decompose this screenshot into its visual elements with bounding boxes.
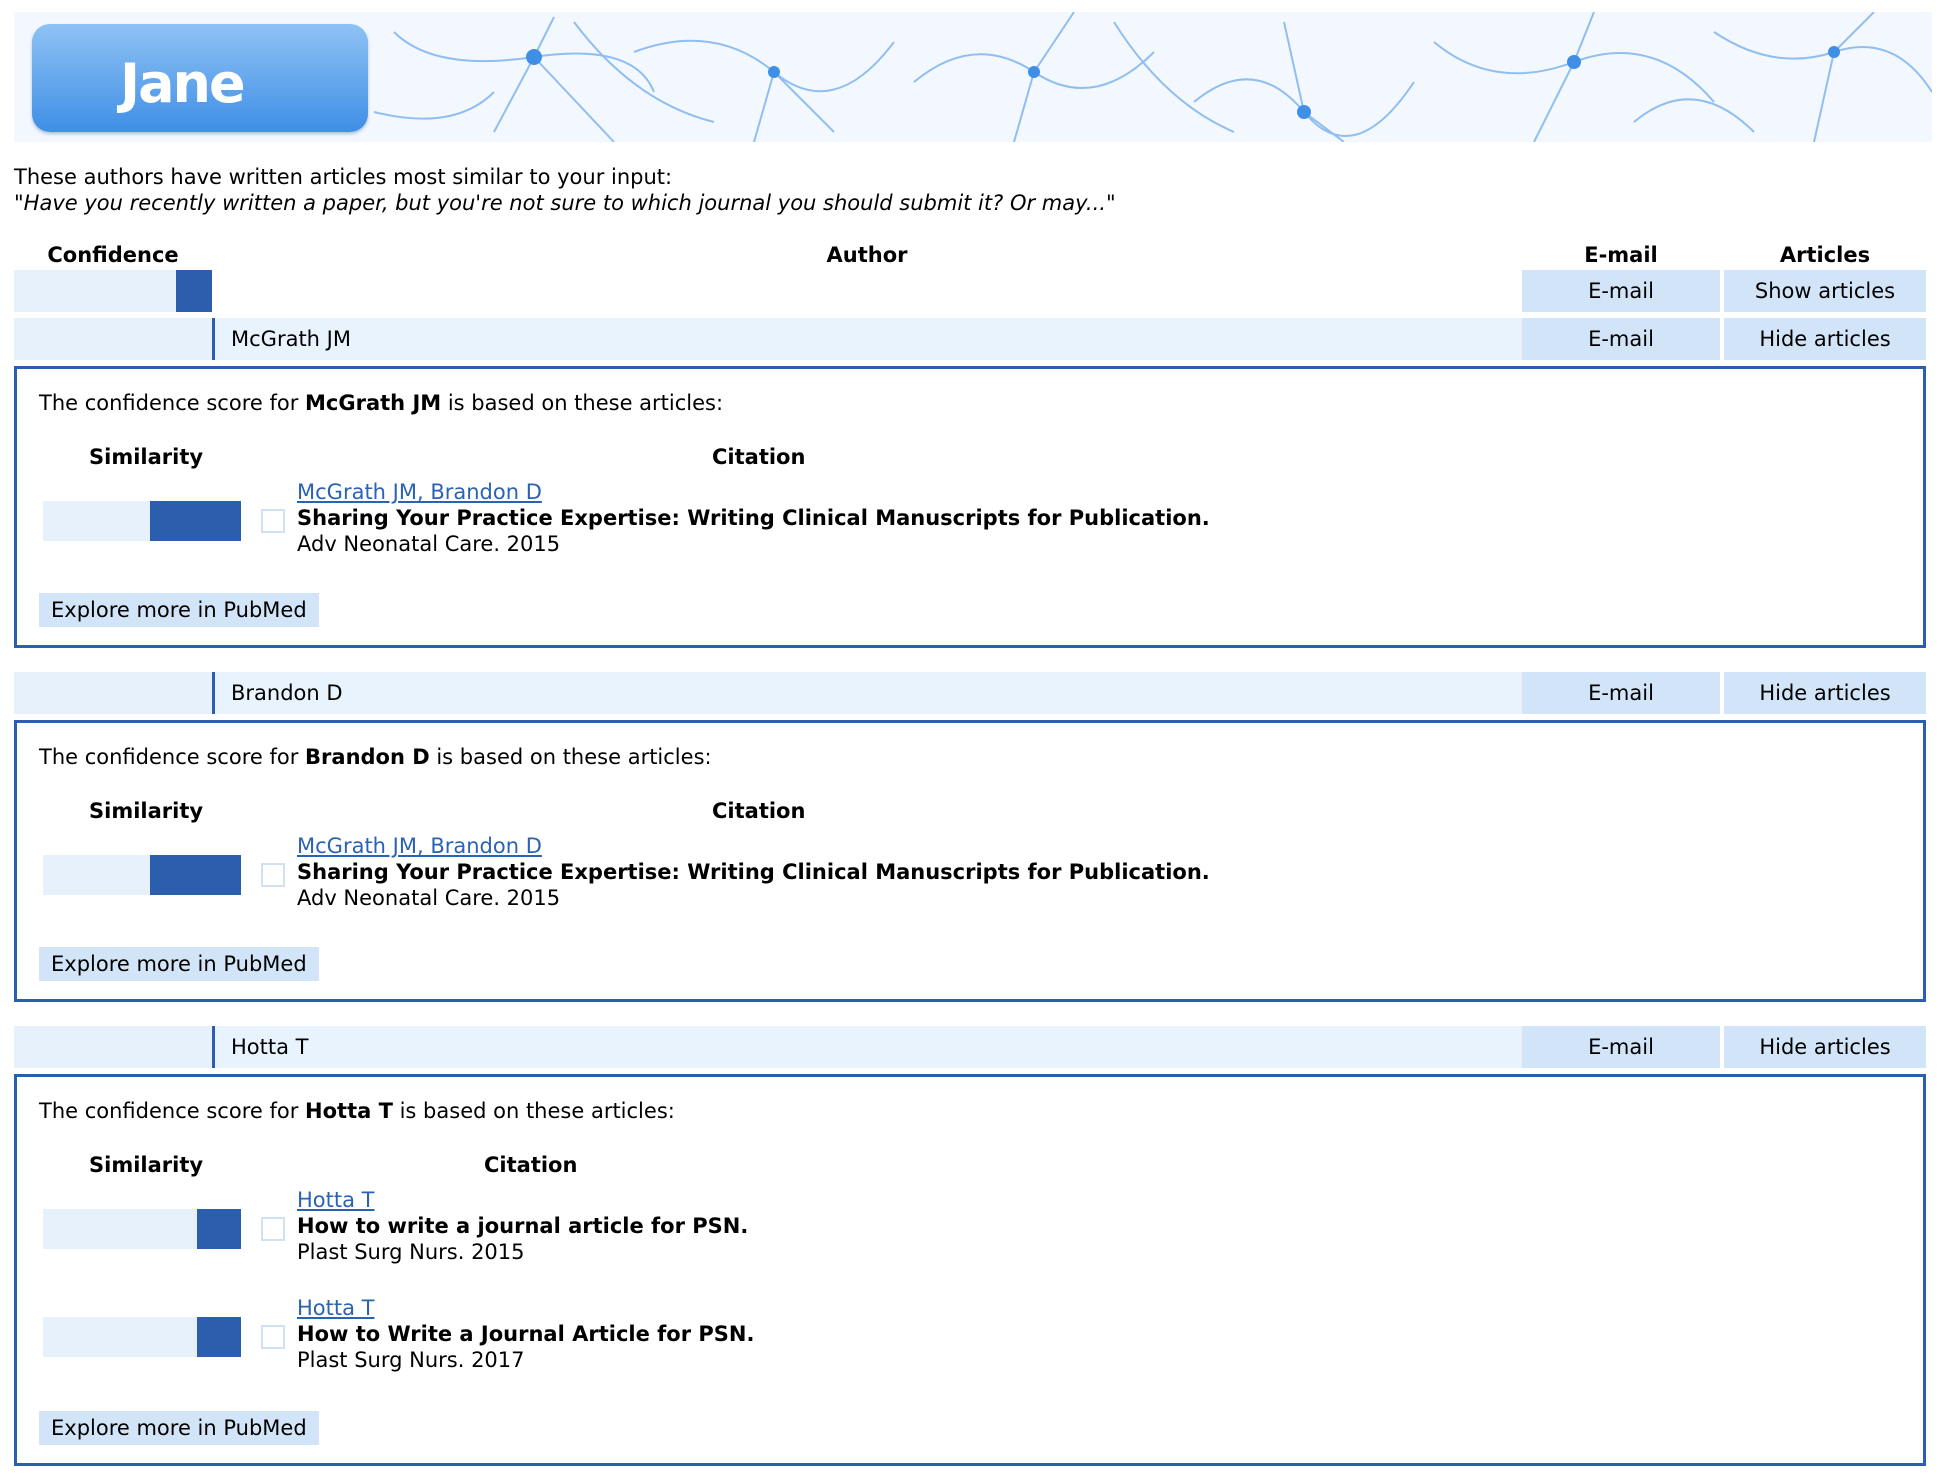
articles-panel: The confidence score for McGrath JM is b… [14,366,1926,648]
citation-authors-link[interactable]: McGrath JM, Brandon D [297,480,542,504]
logo-text: Jane [120,52,246,115]
author-row: E-mail Show articles [14,270,1932,312]
article-item: McGrath JM, Brandon D Sharing Your Pract… [17,479,1917,569]
intro-line: These authors have written articles most… [14,165,673,189]
panel-title: The confidence score for Brandon D is ba… [39,745,712,769]
article-checkbox[interactable] [261,1325,285,1349]
citation: Hotta T How to write a journal article f… [297,1187,748,1265]
input-quote: "Have you recently written a paper, but … [14,191,1116,215]
similarity-bar-fill [197,1209,241,1249]
citation-title: Sharing Your Practice Expertise: Writing… [297,860,1210,884]
similarity-bar-fill [149,501,241,541]
author-name: Brandon D [231,681,343,705]
author-cell: Hotta T [212,1026,1532,1068]
citation-title: Sharing Your Practice Expertise: Writing… [297,506,1210,530]
citation-title: How to write a journal article for PSN. [297,1214,749,1238]
author-name: Hotta T [231,1035,309,1059]
panel-author-name: Brandon D [305,745,430,769]
email-button[interactable]: E-mail [1522,1026,1720,1068]
similarity-header: Similarity [89,445,204,469]
panel-title: The confidence score for McGrath JM is b… [39,391,723,415]
email-button[interactable]: E-mail [1522,318,1720,360]
author-row: McGrath JM E-mail Hide articles [14,318,1932,360]
articles-panel: The confidence score for Brandon D is ba… [14,720,1926,1002]
citation-journal: Adv Neonatal Care. 2015 [297,886,561,910]
hide-articles-button[interactable]: Hide articles [1724,318,1926,360]
citation-journal: Plast Surg Nurs. 2017 [297,1348,525,1372]
panel-title-suffix: is based on these articles: [441,391,724,415]
similarity-bar [43,1209,241,1249]
email-button[interactable]: E-mail [1522,270,1720,312]
panel-title-prefix: The confidence score for [39,745,306,769]
citation-authors-link[interactable]: Hotta T [297,1188,374,1212]
panel-author-name: Hotta T [305,1099,393,1123]
header-author: Author [826,243,908,267]
citation-title: How to Write a Journal Article for PSN. [297,1322,755,1346]
panel-title-prefix: The confidence score for [39,391,306,415]
similarity-header: Similarity [89,1153,204,1177]
article-checkbox[interactable] [261,509,285,533]
citation-journal: Adv Neonatal Care. 2015 [297,532,561,556]
article-item: McGrath JM, Brandon D Sharing Your Pract… [17,833,1917,923]
similarity-bar-fill [197,1317,241,1357]
explore-pubmed-button[interactable]: Explore more in PubMed [39,593,319,627]
panel-title-prefix: The confidence score for [39,1099,306,1123]
article-checkbox[interactable] [261,1217,285,1241]
citation: Hotta T How to Write a Journal Article f… [297,1295,754,1373]
confidence-bar-fill [176,270,212,312]
citation-header: Citation [484,1153,578,1177]
citation-header: Citation [712,445,806,469]
author-row: Brandon D E-mail Hide articles [14,672,1932,714]
citation-journal: Plast Surg Nurs. 2015 [297,1240,525,1264]
header-confidence: Confidence [47,243,179,267]
author-name: McGrath JM [231,327,351,351]
author-cell: McGrath JM [212,318,1532,360]
panel-title-suffix: is based on these articles: [429,745,712,769]
panel-author-name: McGrath JM [305,391,442,415]
article-checkbox[interactable] [261,863,285,887]
citation: McGrath JM, Brandon D Sharing Your Pract… [297,479,1210,557]
similarity-bar [43,501,241,541]
show-articles-button[interactable]: Show articles [1724,270,1926,312]
citation: McGrath JM, Brandon D Sharing Your Pract… [297,833,1210,911]
header-articles: Articles [1779,243,1871,267]
explore-pubmed-button[interactable]: Explore more in PubMed [39,1411,319,1445]
confidence-bar [14,318,212,360]
confidence-bar [14,270,212,312]
article-item: Hotta T How to write a journal article f… [17,1187,1917,1277]
intro-text: These authors have written articles most… [14,164,1116,216]
panel-title-suffix: is based on these articles: [392,1099,675,1123]
citation-header: Citation [712,799,806,823]
jane-logo[interactable]: Jane [32,24,368,132]
articles-panel: The confidence score for Hotta T is base… [14,1074,1926,1466]
author-cell: Brandon D [212,672,1532,714]
banner: Jane [14,12,1932,142]
confidence-bar [14,1026,212,1068]
author-row: Hotta T E-mail Hide articles [14,1026,1932,1068]
explore-pubmed-button[interactable]: Explore more in PubMed [39,947,319,981]
similarity-bar-fill [149,855,241,895]
similarity-bar [43,1317,241,1357]
panel-title: The confidence score for Hotta T is base… [39,1099,675,1123]
citation-authors-link[interactable]: Hotta T [297,1296,374,1320]
hide-articles-button[interactable]: Hide articles [1724,1026,1926,1068]
similarity-bar [43,855,241,895]
article-item: Hotta T How to Write a Journal Article f… [17,1295,1917,1385]
email-button[interactable]: E-mail [1522,672,1720,714]
header-email: E-mail [1584,243,1658,267]
citation-authors-link[interactable]: McGrath JM, Brandon D [297,834,542,858]
hide-articles-button[interactable]: Hide articles [1724,672,1926,714]
similarity-header: Similarity [89,799,204,823]
confidence-bar [14,672,212,714]
